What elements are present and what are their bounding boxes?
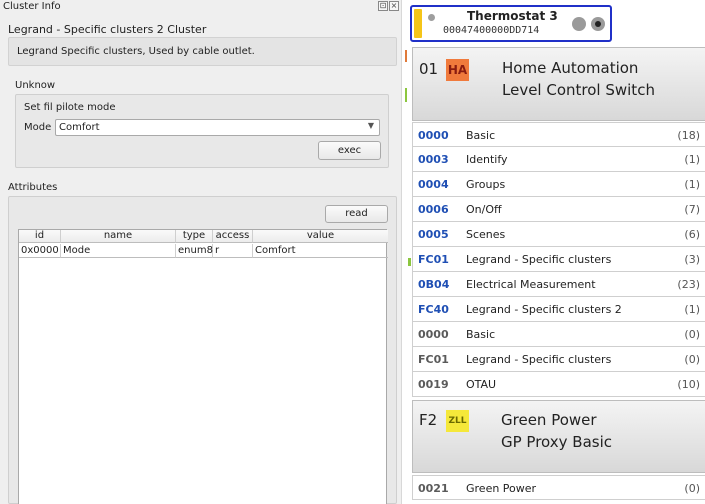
cluster-name: Basic	[466, 328, 496, 341]
cluster-row[interactable]: 0004 Groups (1)	[412, 172, 705, 197]
endpoint-header[interactable]: F2 ZLL Green Power GP Proxy Basic	[412, 400, 705, 473]
cluster-row[interactable]: 0B04 Electrical Measurement (23)	[412, 272, 705, 297]
cluster-id: 0004	[418, 178, 449, 191]
float-icon[interactable]: ⊡	[378, 1, 388, 11]
table-cell-access[interactable]: r	[213, 244, 253, 258]
cluster-attribute-count: (1)	[684, 303, 700, 316]
endpoint-number: 01	[419, 60, 439, 78]
column-header-name[interactable]: name	[61, 230, 176, 243]
cluster-attribute-count: (0)	[684, 353, 700, 366]
read-button[interactable]: read	[325, 205, 388, 223]
attributes-label: Attributes	[8, 182, 58, 193]
cluster-id: 0000	[418, 129, 449, 142]
cluster-name: Scenes	[466, 228, 506, 241]
node-name: Thermostat 3	[467, 9, 558, 23]
cluster-row[interactable]: FC01 Legrand - Specific clusters (0)	[412, 347, 705, 372]
column-header-access[interactable]: access	[213, 230, 253, 243]
cluster-attribute-count: (7)	[684, 203, 700, 216]
link-line	[405, 50, 407, 62]
cluster-attribute-count: (1)	[684, 153, 700, 166]
attributes-table[interactable]: id name type access value 0x0000 Mode en…	[18, 229, 388, 504]
attributes-box: read id name type access value 0x0000 Mo…	[8, 196, 397, 504]
node-header[interactable]: Thermostat 3 00047400000DD714	[410, 5, 612, 42]
cluster-id: 0003	[418, 153, 449, 166]
cluster-row[interactable]: 0000 Basic (0)	[412, 322, 705, 347]
cluster-row[interactable]: 0006 On/Off (7)	[412, 197, 705, 222]
column-header-type[interactable]: type	[176, 230, 213, 243]
cluster-attribute-count: (18)	[677, 129, 700, 142]
command-title: Set fil pilote mode	[24, 102, 116, 113]
cluster-row[interactable]: 0021 Green Power (0)	[412, 475, 705, 500]
cluster-id: 0019	[418, 378, 449, 391]
node-mac-address: 00047400000DD714	[443, 25, 540, 36]
cluster-name: OTAU	[466, 378, 497, 391]
cluster-row[interactable]: 0000 Basic (18)	[412, 122, 705, 147]
node-toggle-icon[interactable]	[572, 17, 586, 31]
cluster-id: FC01	[418, 253, 449, 266]
cluster-id: 0005	[418, 228, 449, 241]
table-cell-id[interactable]: 0x0000	[19, 244, 61, 258]
cluster-id: 0B04	[418, 278, 450, 291]
cluster-attribute-count: (0)	[684, 328, 700, 341]
mode-select[interactable]: Comfort ▼	[55, 119, 380, 136]
dock-title: Cluster Info	[3, 1, 61, 12]
cluster-attribute-count: (3)	[684, 253, 700, 266]
cluster-id: 0006	[418, 203, 449, 216]
node-status-stripe	[414, 9, 422, 38]
cluster-description-box: Legrand Specific clusters, Used by cable…	[8, 37, 397, 66]
endpoint-device-type: GP Proxy Basic	[501, 433, 613, 451]
mode-select-value: Comfort	[59, 122, 100, 133]
command-section-label: Unknow	[15, 80, 56, 91]
endpoint-profile: Green Power	[501, 411, 597, 429]
cluster-name: Electrical Measurement	[466, 278, 596, 291]
cluster-attribute-count: (10)	[677, 378, 700, 391]
link-line	[405, 88, 407, 102]
cluster-attribute-count: (0)	[684, 482, 700, 495]
cluster-row[interactable]: 0019 OTAU (10)	[412, 372, 705, 397]
cluster-id: FC01	[418, 353, 449, 366]
cluster-name: On/Off	[466, 203, 502, 216]
command-box: Set fil pilote mode Mode Comfort ▼ exec	[15, 94, 389, 168]
cluster-attribute-count: (23)	[677, 278, 700, 291]
cluster-name: Legrand - Specific clusters	[466, 253, 612, 266]
cluster-name: Legrand - Specific clusters	[466, 353, 612, 366]
dock-titlebar[interactable]: Cluster Info ⊡ ×	[0, 0, 401, 14]
node-graph[interactable]: Thermostat 3 00047400000DD714 01 HA Home A…	[401, 0, 705, 504]
cluster-attribute-count: (1)	[684, 178, 700, 191]
profile-badge-icon: ZLL	[446, 410, 469, 432]
cluster-row[interactable]: 0005 Scenes (6)	[412, 222, 705, 247]
endpoint-number: F2	[419, 411, 438, 429]
column-header-value[interactable]: value	[253, 230, 388, 243]
profile-badge-icon: HA	[446, 59, 469, 81]
node-record-icon[interactable]	[591, 17, 605, 31]
table-cell-value[interactable]: Comfort	[253, 244, 388, 258]
cluster-id: 0021	[418, 482, 449, 495]
cluster-name: Identify	[466, 153, 508, 166]
cluster-name: Legrand - Specific clusters 2 Cluster	[8, 23, 207, 36]
endpoint-device-type: Level Control Switch	[502, 81, 655, 99]
cluster-id: FC40	[418, 303, 449, 316]
cluster-id: 0000	[418, 328, 449, 341]
mode-label: Mode	[24, 122, 52, 133]
cluster-name: Legrand - Specific clusters 2	[466, 303, 622, 316]
cluster-row[interactable]: FC40 Legrand - Specific clusters 2 (1)	[412, 297, 705, 322]
cluster-name: Basic	[466, 129, 496, 142]
endpoint-header[interactable]: 01 HA Home Automation Level Control Switch	[412, 47, 705, 121]
cluster-attribute-count: (6)	[684, 228, 700, 241]
exec-button[interactable]: exec	[318, 141, 381, 160]
table-cell-name[interactable]: Mode	[61, 244, 176, 258]
cluster-description: Legrand Specific clusters, Used by cable…	[17, 46, 255, 57]
node-led-icon	[428, 14, 435, 21]
cluster-name: Green Power	[466, 482, 537, 495]
chevron-down-icon: ▼	[367, 121, 374, 130]
close-icon[interactable]: ×	[389, 1, 399, 11]
cluster-row[interactable]: 0003 Identify (1)	[412, 147, 705, 172]
endpoint-profile: Home Automation	[502, 59, 639, 77]
link-line	[408, 258, 411, 266]
cluster-info-dock: Cluster Info ⊡ × Legrand - Specific clus…	[0, 0, 401, 504]
column-header-id[interactable]: id	[19, 230, 61, 243]
cluster-row[interactable]: FC01 Legrand - Specific clusters (3)	[412, 247, 705, 272]
table-cell-type[interactable]: enum8	[176, 244, 213, 258]
cluster-name: Groups	[466, 178, 506, 191]
